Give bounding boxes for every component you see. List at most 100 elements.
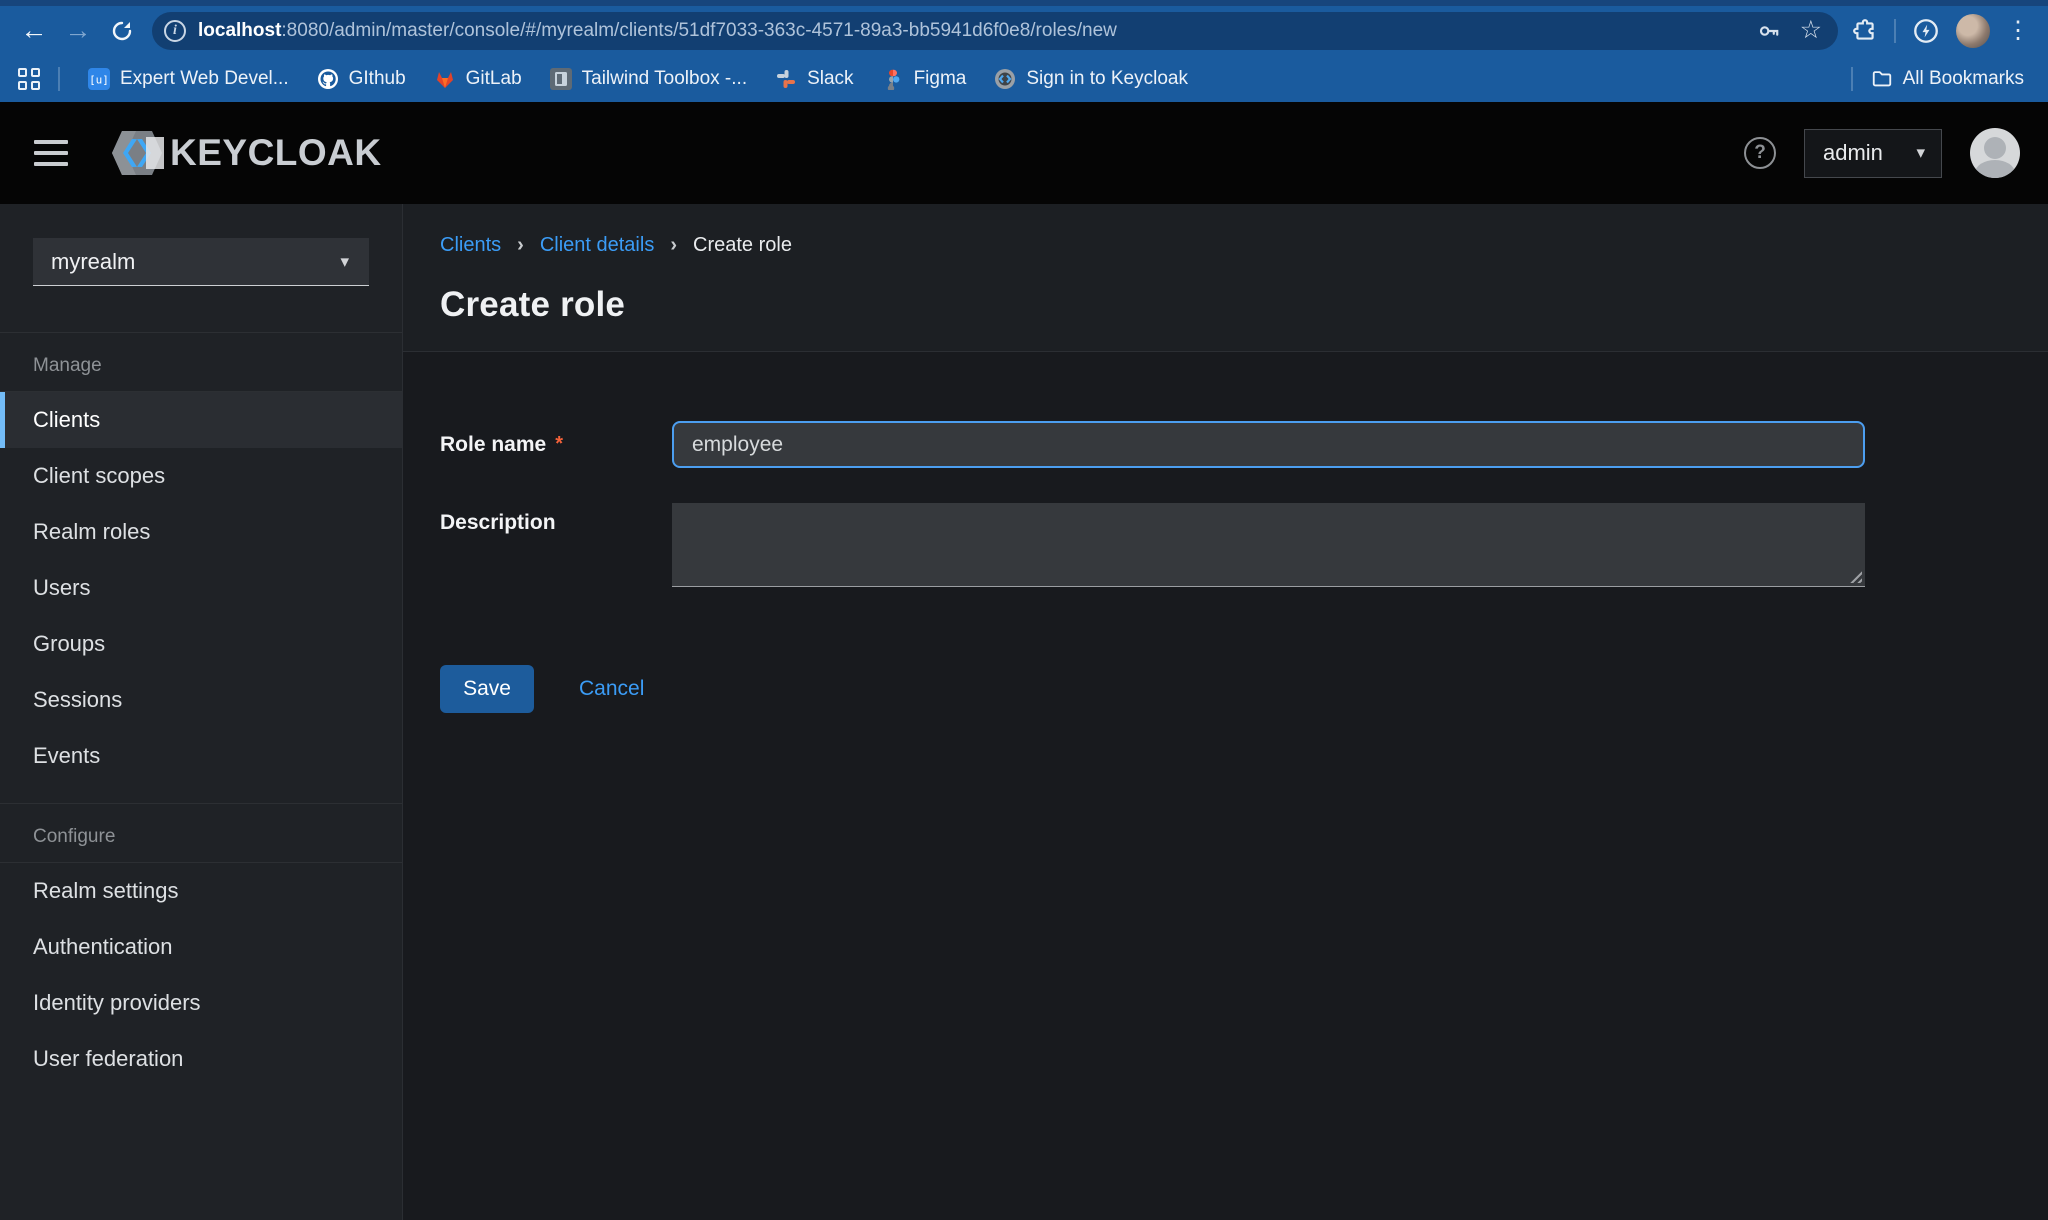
sidebar-item-label: Users bbox=[33, 575, 90, 601]
nav-section-configure: Configure bbox=[0, 804, 402, 862]
bookmark-slack[interactable]: Slack bbox=[765, 62, 863, 96]
sidebar-item-label: Realm roles bbox=[33, 519, 150, 545]
back-icon[interactable]: ← bbox=[14, 11, 54, 51]
folder-icon bbox=[1871, 68, 1893, 90]
bookmark-label: Expert Web Devel... bbox=[120, 68, 289, 90]
bookmark-figma[interactable]: Figma bbox=[872, 62, 977, 96]
bookmark-label: Slack bbox=[807, 68, 853, 90]
sidebar-item-users[interactable]: Users bbox=[0, 560, 402, 616]
sidebar-item-clients[interactable]: Clients bbox=[0, 392, 402, 448]
gitlab-icon bbox=[434, 68, 456, 90]
create-role-form: Role name * Description Save Cancel bbox=[403, 352, 2048, 713]
bookmarks-right-divider bbox=[1851, 67, 1853, 91]
breadcrumb-clients-link[interactable]: Clients bbox=[440, 234, 501, 257]
page-title: Create role bbox=[440, 285, 2048, 325]
keycloak-masthead: KEYCLOAK ? admin ▾ bbox=[0, 102, 2048, 204]
page-info-icon[interactable]: i bbox=[164, 20, 186, 42]
sidebar-item-label: Realm settings bbox=[33, 878, 179, 904]
keycloak-logo-icon bbox=[106, 123, 168, 183]
nav-section-manage: Manage bbox=[0, 333, 402, 391]
keycloak-logo[interactable]: KEYCLOAK bbox=[106, 123, 382, 183]
sidebar-item-identity-providers[interactable]: Identity providers bbox=[0, 975, 402, 1031]
role-name-label: Role name * bbox=[440, 421, 672, 468]
figma-icon bbox=[882, 68, 904, 90]
toolbar-divider bbox=[1894, 19, 1896, 43]
slack-icon bbox=[775, 68, 797, 90]
keycloak-favicon bbox=[994, 68, 1016, 90]
sidebar-item-label: Client scopes bbox=[33, 463, 165, 489]
sidebar-item-label: Sessions bbox=[33, 687, 122, 713]
role-name-input[interactable] bbox=[672, 421, 1865, 468]
sidebar-item-realm-roles[interactable]: Realm roles bbox=[0, 504, 402, 560]
sidebar-item-label: Clients bbox=[33, 407, 100, 433]
sidebar-item-label: User federation bbox=[33, 1046, 183, 1072]
bookmark-expert-web-dev[interactable]: [u] Expert Web Devel... bbox=[78, 62, 299, 96]
page-header-section: Clients › Client details › Create role C… bbox=[403, 204, 2048, 352]
save-button[interactable]: Save bbox=[440, 665, 534, 713]
realm-selector[interactable]: myrealm ▾ bbox=[33, 238, 369, 286]
sidebar-item-sessions[interactable]: Sessions bbox=[0, 672, 402, 728]
password-key-icon[interactable] bbox=[1756, 18, 1782, 44]
apps-grid-icon[interactable] bbox=[18, 68, 40, 90]
help-icon[interactable]: ? bbox=[1744, 137, 1776, 169]
user-dropdown[interactable]: admin ▾ bbox=[1804, 129, 1942, 178]
browser-toolbar: ← → i localhost:8080/admin/master/consol… bbox=[0, 6, 2048, 55]
reload-icon[interactable] bbox=[102, 11, 142, 51]
forward-icon[interactable]: → bbox=[58, 11, 98, 51]
tailwind-toolbox-icon bbox=[550, 68, 572, 90]
chevron-right-icon: › bbox=[670, 234, 677, 257]
description-label: Description bbox=[440, 503, 672, 535]
bookmark-keycloak-signin[interactable]: Sign in to Keycloak bbox=[984, 62, 1198, 96]
breadcrumb-client-details-link[interactable]: Client details bbox=[540, 234, 655, 257]
all-bookmarks-label: All Bookmarks bbox=[1903, 68, 2024, 90]
sidebar-item-events[interactable]: Events bbox=[0, 728, 402, 784]
breadcrumb: Clients › Client details › Create role bbox=[440, 234, 2048, 257]
bookmark-github[interactable]: GIthub bbox=[307, 62, 416, 96]
sidebar-item-groups[interactable]: Groups bbox=[0, 616, 402, 672]
description-textarea[interactable] bbox=[672, 503, 1865, 587]
browser-menu-icon[interactable]: ⋮ bbox=[2006, 19, 2030, 43]
svg-text:[u]: [u] bbox=[89, 73, 109, 86]
sidebar-item-client-scopes[interactable]: Client scopes bbox=[0, 448, 402, 504]
url-host: localhost bbox=[198, 20, 281, 41]
bookmark-label: GIthub bbox=[349, 68, 406, 90]
bookmark-label: Figma bbox=[914, 68, 967, 90]
sidebar-item-label: Authentication bbox=[33, 934, 172, 960]
code-brackets-icon: [u] bbox=[88, 68, 110, 90]
main-content: Clients › Client details › Create role C… bbox=[403, 204, 2048, 1220]
all-bookmarks-button[interactable]: All Bookmarks bbox=[1871, 68, 2030, 90]
bookmarks-bar: [u] Expert Web Devel... GIthub GitLab Ta… bbox=[0, 55, 2048, 102]
bookmark-gitlab[interactable]: GitLab bbox=[424, 62, 532, 96]
bookmark-label: Tailwind Toolbox -... bbox=[582, 68, 747, 90]
sidebar-item-authentication[interactable]: Authentication bbox=[0, 919, 402, 975]
username: admin bbox=[1823, 140, 1883, 166]
form-actions: Save Cancel bbox=[440, 665, 1865, 713]
sidebar-item-user-federation[interactable]: User federation bbox=[0, 1031, 402, 1087]
breadcrumb-current: Create role bbox=[693, 234, 792, 257]
user-avatar[interactable] bbox=[1970, 128, 2020, 178]
extension-bolt-icon[interactable] bbox=[1912, 17, 1940, 45]
sidebar-item-label: Groups bbox=[33, 631, 105, 657]
bookmark-tailwind-toolbox[interactable]: Tailwind Toolbox -... bbox=[540, 62, 757, 96]
caret-down-icon: ▾ bbox=[1916, 143, 1925, 163]
browser-profile-avatar[interactable] bbox=[1956, 14, 1990, 48]
sidebar-nav: myrealm ▾ Manage Clients Client scopes R… bbox=[0, 204, 403, 1220]
extensions-icon[interactable] bbox=[1852, 18, 1878, 44]
toolbar-right: ⋮ bbox=[1852, 14, 2034, 48]
bookmarks-divider bbox=[58, 67, 60, 91]
cancel-link[interactable]: Cancel bbox=[579, 677, 644, 701]
chevron-right-icon: › bbox=[517, 234, 524, 257]
url-bar[interactable]: i localhost:8080/admin/master/console/#/… bbox=[152, 12, 1838, 50]
url-path: :8080/admin/master/console/#/myrealm/cli… bbox=[281, 20, 1116, 41]
url-text: localhost:8080/admin/master/console/#/my… bbox=[198, 20, 1756, 42]
bookmark-star-icon[interactable]: ☆ bbox=[1800, 18, 1822, 43]
caret-down-icon: ▾ bbox=[340, 252, 349, 272]
bookmark-label: GitLab bbox=[466, 68, 522, 90]
keycloak-brand-text: KEYCLOAK bbox=[170, 132, 382, 174]
hamburger-menu-icon[interactable] bbox=[34, 140, 68, 166]
github-icon bbox=[317, 68, 339, 90]
sidebar-item-realm-settings[interactable]: Realm settings bbox=[0, 863, 402, 919]
sidebar-item-label: Identity providers bbox=[33, 990, 201, 1016]
bookmark-label: Sign in to Keycloak bbox=[1026, 68, 1188, 90]
realm-selector-value: myrealm bbox=[51, 249, 135, 275]
